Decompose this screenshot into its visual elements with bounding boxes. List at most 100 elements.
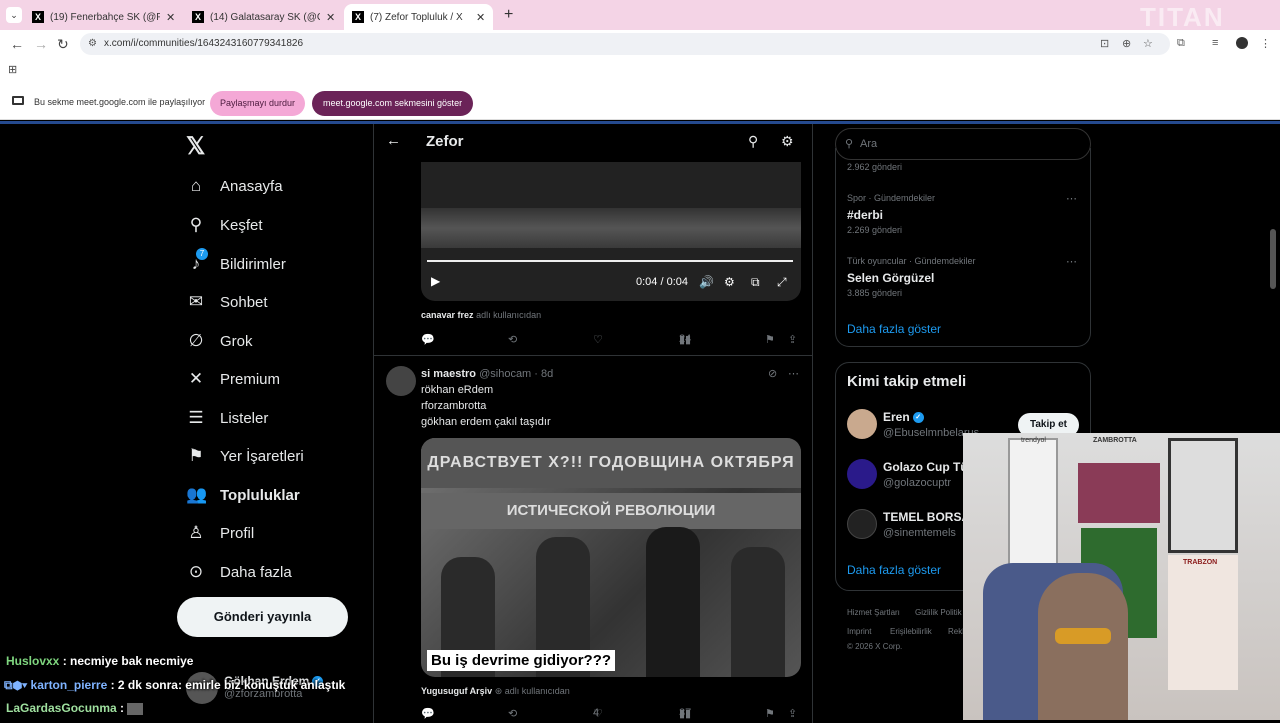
install-icon[interactable]: ⊡ bbox=[1100, 37, 1109, 50]
show-more-link[interactable]: Daha fazla göster bbox=[847, 322, 941, 336]
media-icon[interactable]: ≡ bbox=[1212, 37, 1218, 49]
image-figure bbox=[731, 547, 785, 677]
retweet-icon[interactable]: ⟲ bbox=[508, 707, 517, 720]
browser-tab[interactable]: X (19) Fenerbahçe SK (@Fenerbah ✕ bbox=[24, 4, 183, 30]
reload-icon[interactable]: ↻ bbox=[57, 36, 69, 53]
reply-icon[interactable]: 💬 bbox=[421, 707, 435, 720]
more-icon[interactable]: ⋯ bbox=[1066, 255, 1077, 268]
footer-link[interactable]: Imprint bbox=[847, 627, 871, 636]
attribution: Yugusuguf Arşiv ⊛ adlı kullanıcıdan bbox=[421, 686, 570, 697]
grok-icon: ∅ bbox=[188, 331, 204, 350]
bookmark-icon[interactable]: ⚑ bbox=[765, 707, 775, 720]
nav-communities[interactable]: 👥 Topluluklar bbox=[186, 485, 300, 505]
site-info-icon[interactable]: ⚙ bbox=[88, 33, 97, 55]
close-icon[interactable]: ✕ bbox=[476, 11, 485, 24]
volume-icon[interactable]: 🔊 bbox=[699, 275, 714, 289]
fullscreen-icon[interactable]: ⤢ bbox=[777, 275, 787, 290]
kebab-menu-icon[interactable]: ⋮ bbox=[1260, 37, 1271, 50]
gear-icon[interactable]: ⚙ bbox=[781, 133, 794, 150]
chat-emote-icon bbox=[127, 702, 144, 715]
nav-label: Keşfet bbox=[220, 216, 263, 234]
show-meet-tab-button[interactable]: meet.google.com sekmesini göster bbox=[312, 91, 474, 116]
forward-arrow-icon[interactable]: → bbox=[34, 36, 48, 52]
profile-avatar-icon[interactable] bbox=[1236, 37, 1248, 49]
attribution-text: adlı kullanıcıdan bbox=[476, 310, 542, 320]
chat-text: : bbox=[120, 701, 125, 715]
browser-tab[interactable]: X (14) Galatasaray SK (@Galatasar ✕ bbox=[184, 4, 343, 30]
close-icon[interactable]: ✕ bbox=[326, 11, 335, 24]
footer-link[interactable]: Hizmet Şartları bbox=[847, 608, 900, 617]
address-bar[interactable]: ⚙ x.com/i/communities/164324316077934182… bbox=[80, 33, 1170, 55]
like-icon[interactable]: ♡ bbox=[593, 333, 603, 346]
stop-sharing-button[interactable]: Paylaşmayı durdur bbox=[210, 91, 306, 116]
more-icon[interactable]: ⋯ bbox=[788, 367, 799, 380]
trend-count: 2.962 gönderi bbox=[847, 162, 903, 172]
apps-grid-icon[interactable]: ⊞ bbox=[8, 63, 17, 76]
nav-more[interactable]: ⊙ Daha fazla bbox=[186, 562, 292, 582]
nav-explore[interactable]: ⚲ Keşfet bbox=[186, 215, 263, 235]
nav-home[interactable]: ⌂ Anasayfa bbox=[186, 176, 283, 196]
zoom-icon[interactable]: ⊕ bbox=[1122, 37, 1131, 50]
avatar[interactable] bbox=[847, 409, 877, 439]
nav-bookmarks[interactable]: ⚑ Yer İşaretleri bbox=[186, 446, 303, 466]
chat-badge-icon: ⧉⬢▾ bbox=[4, 678, 28, 692]
verified-icon: ✓ bbox=[912, 412, 924, 424]
tweet-image[interactable]: ДРАВСТВУЕТ Х?!! ГОДОВЩИНА ОКТЯБРЯ ИСТИЧЕ… bbox=[421, 438, 801, 677]
page-title: Zefor bbox=[426, 133, 464, 150]
attribution-user[interactable]: canavar frez bbox=[421, 310, 474, 320]
x-logo-icon[interactable]: 𝕏 bbox=[186, 132, 205, 161]
video-frame bbox=[421, 208, 801, 248]
follow-name[interactable]: Golazo Cup Tür bbox=[883, 460, 972, 474]
nav-label: Daha fazla bbox=[220, 563, 292, 581]
show-more-link[interactable]: Daha fazla göster bbox=[847, 563, 941, 577]
cam-glasses bbox=[1055, 628, 1111, 644]
bookmark-star-icon[interactable]: ☆ bbox=[1143, 37, 1153, 50]
post-button[interactable]: Gönderi yayınla bbox=[177, 597, 348, 637]
share-icon[interactable]: ⇪ bbox=[788, 333, 797, 346]
footer-link[interactable]: Rekl bbox=[948, 627, 964, 636]
pip-icon[interactable]: ⧉ bbox=[751, 275, 760, 290]
nav-lists[interactable]: ☰ Listeler bbox=[186, 408, 268, 428]
footer-link[interactable]: Erişilebilirlik bbox=[890, 627, 932, 636]
x-favicon-icon: X bbox=[352, 11, 364, 23]
back-arrow-icon[interactable]: ← bbox=[386, 132, 401, 149]
notification-badge: 7 bbox=[196, 248, 208, 260]
nav-profile[interactable]: ♙ Profil bbox=[186, 523, 254, 543]
trend-item[interactable]: #derbi bbox=[847, 208, 883, 222]
scrollbar[interactable] bbox=[1270, 229, 1276, 289]
nav-grok[interactable]: ∅ Grok bbox=[186, 331, 253, 351]
grok-icon[interactable]: ⊘ bbox=[768, 367, 777, 380]
trend-item[interactable]: Selen Görgüzel bbox=[847, 271, 934, 285]
follow-name[interactable]: TEMEL BORSA bbox=[883, 510, 970, 524]
cam-label: trendyol bbox=[1021, 437, 1046, 444]
video-player[interactable]: ▶ 0:04 / 0:04 🔊 ⚙ ⧉ ⤢ bbox=[421, 162, 801, 301]
reply-icon[interactable]: 💬 bbox=[421, 333, 435, 346]
nav-premium[interactable]: ✕ Premium bbox=[186, 369, 280, 389]
settings-icon[interactable]: ⚙ bbox=[724, 275, 735, 289]
bookmark-icon[interactable]: ⚑ bbox=[765, 333, 775, 346]
attribution-user[interactable]: Yugusuguf Arşiv bbox=[421, 686, 492, 696]
extensions-icon[interactable]: ⧉ bbox=[1177, 37, 1185, 50]
trends-panel bbox=[835, 148, 1091, 347]
play-icon[interactable]: ▶ bbox=[431, 274, 440, 288]
back-arrow-icon[interactable]: ← bbox=[10, 36, 24, 52]
avatar[interactable] bbox=[386, 366, 416, 396]
browser-tab-active[interactable]: X (7) Zefor Topluluk / X ✕ bbox=[344, 4, 494, 30]
video-progress-bar[interactable] bbox=[427, 260, 793, 262]
tweet-author[interactable]: si maestro @sihocam · 8d bbox=[421, 368, 553, 380]
footer-link[interactable]: Gizlilik Politik bbox=[915, 608, 962, 617]
more-icon[interactable]: ⋯ bbox=[1066, 192, 1077, 205]
close-icon[interactable]: ✕ bbox=[166, 11, 175, 24]
avatar[interactable] bbox=[847, 509, 877, 539]
avatar[interactable] bbox=[847, 459, 877, 489]
new-tab-button[interactable]: + bbox=[504, 6, 513, 24]
tab-search-chevron-icon[interactable]: ⌄ bbox=[6, 7, 22, 23]
nav-chat[interactable]: ✉ Sohbet bbox=[186, 292, 268, 312]
share-icon[interactable]: ⇪ bbox=[788, 707, 797, 720]
search-icon[interactable]: ⚲ bbox=[748, 133, 758, 150]
nav-label: Premium bbox=[220, 370, 281, 388]
tab-title: (14) Galatasaray SK (@Galatasar bbox=[210, 11, 320, 23]
trend-meta: Spor · Gündemdekiler bbox=[847, 193, 936, 203]
retweet-icon[interactable]: ⟲ bbox=[508, 333, 517, 346]
follow-name[interactable]: Eren ✓ bbox=[883, 410, 924, 424]
